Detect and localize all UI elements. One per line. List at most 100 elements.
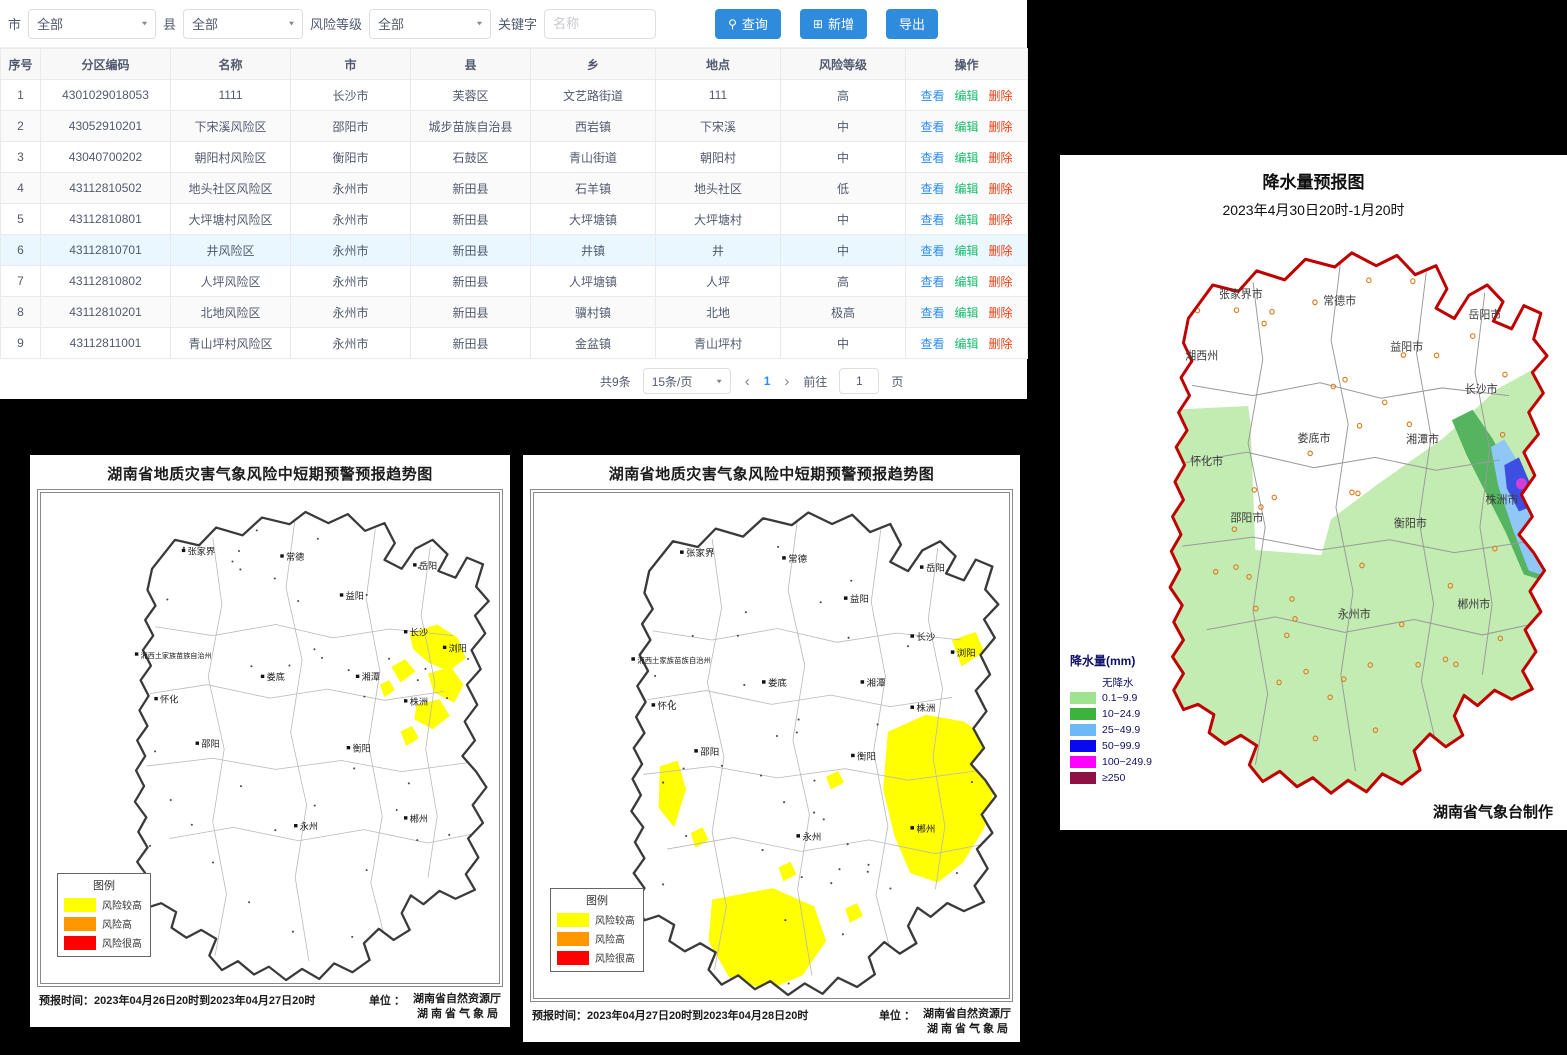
edit-link[interactable]: 编辑 — [954, 275, 978, 289]
legend-label: 风险很高 — [595, 950, 635, 965]
city-marker-dot — [951, 650, 955, 653]
map-city-label: 湘潭市 — [1406, 432, 1439, 446]
edit-link[interactable]: 编辑 — [954, 337, 978, 351]
delete-link[interactable]: 删除 — [989, 120, 1013, 134]
town-marker — [408, 782, 410, 784]
edit-link[interactable]: 编辑 — [954, 182, 978, 196]
edit-link[interactable]: 编辑 — [954, 89, 978, 103]
delete-link[interactable]: 删除 — [989, 275, 1013, 289]
map-city-label: 永州 — [300, 821, 318, 832]
search-button[interactable]: ⚲ 查询 — [715, 9, 781, 39]
view-link[interactable]: 查看 — [920, 213, 944, 227]
station-marker — [1503, 729, 1507, 734]
map-credit: 湖南省气象台制作 — [1433, 801, 1553, 822]
delete-link[interactable]: 删除 — [989, 244, 1013, 258]
legend-swatch — [1070, 708, 1096, 720]
delete-link[interactable]: 删除 — [989, 151, 1013, 165]
unit-label: 单位 ： — [369, 992, 405, 1021]
filter-bar: 市 全部 ▾ 县 全部 ▾ 风险等级 全部 ▾ 关键字 ⚲ 查询 ⊞ — [0, 0, 1027, 48]
add-button[interactable]: ⊞ 新增 — [800, 9, 867, 39]
edit-link[interactable]: 编辑 — [954, 306, 978, 320]
city-marker-dot — [294, 824, 297, 827]
cell-seq: 5 — [1, 204, 41, 235]
export-button[interactable]: 导出 — [886, 9, 938, 39]
cell-actions: 查看编辑删除 — [906, 80, 1028, 111]
view-link[interactable]: 查看 — [920, 151, 944, 165]
column-header: 县 — [411, 49, 531, 80]
view-link[interactable]: 查看 — [920, 244, 944, 258]
precip-forecast-panel: 降水量预报图 2023年4月30日20时-1月20时 湘西州张家界市常德市益阳市… — [1060, 155, 1567, 830]
map-city-label: 浏阳 — [449, 642, 467, 653]
risk-level-select[interactable]: 全部 ▾ — [369, 9, 491, 39]
trend-map-footer: 预报时间：2023年04月26日20时到2023年04月27日20时 单位 ： … — [37, 987, 503, 1021]
column-header: 操作 — [906, 49, 1028, 80]
city-marker-dot — [404, 816, 407, 819]
cell-risk: 中 — [781, 235, 906, 266]
town-marker — [648, 563, 650, 565]
cell-place: 人坪 — [656, 266, 781, 297]
view-link[interactable]: 查看 — [920, 275, 944, 289]
delete-link[interactable]: 删除 — [989, 337, 1013, 351]
legend-label: 风险高 — [595, 931, 625, 946]
county-filter-label: 县 — [163, 14, 176, 33]
town-marker — [838, 868, 840, 870]
edit-link[interactable]: 编辑 — [954, 151, 978, 165]
risk-table: 序号分区编码名称市县乡地点风险等级操作 143010290180531111长沙… — [0, 48, 1028, 359]
prev-page-button[interactable]: ‹ — [743, 373, 752, 390]
cell-seq: 9 — [1, 328, 41, 359]
town-marker — [777, 546, 779, 548]
city-marker-dot — [443, 646, 446, 649]
legend-label: 50~99.9 — [1102, 740, 1140, 752]
map-city-label: 娄底市 — [1298, 431, 1331, 445]
cell-county: 新田县 — [411, 297, 531, 328]
city-marker-dot — [182, 549, 185, 552]
cell-risk: 中 — [781, 142, 906, 173]
page-size-select[interactable]: 15条/页 ▾ — [643, 368, 731, 394]
goto-page-input[interactable] — [839, 368, 879, 394]
cell-risk: 低 — [781, 173, 906, 204]
next-page-button[interactable]: › — [782, 373, 791, 390]
cell-code: 43112810701 — [41, 235, 171, 266]
legend-label: 无降水 — [1102, 675, 1134, 690]
cell-city: 永州市 — [291, 173, 411, 204]
column-header: 名称 — [171, 49, 291, 80]
cell-code: 4301029018053 — [41, 80, 171, 111]
edit-link[interactable]: 编辑 — [954, 213, 978, 227]
town-marker — [149, 845, 151, 847]
view-link[interactable]: 查看 — [920, 182, 944, 196]
view-link[interactable]: 查看 — [920, 337, 944, 351]
edit-link[interactable]: 编辑 — [954, 244, 978, 258]
map-city-label: 长沙市 — [1465, 382, 1498, 396]
city-marker-dot — [404, 699, 407, 702]
cell-place: 朝阳村 — [656, 142, 781, 173]
view-link[interactable]: 查看 — [920, 306, 944, 320]
delete-link[interactable]: 删除 — [989, 89, 1013, 103]
current-page[interactable]: 1 — [764, 374, 771, 388]
edit-link[interactable]: 编辑 — [954, 120, 978, 134]
city-select[interactable]: 全部 ▾ — [28, 9, 156, 39]
map-city-label: 长沙 — [916, 631, 935, 642]
map-city-label: 湘西州 — [1185, 348, 1218, 362]
map-city-label: 湘西土家族苗族自治州 — [141, 651, 212, 660]
delete-link[interactable]: 删除 — [989, 182, 1013, 196]
view-link[interactable]: 查看 — [920, 120, 944, 134]
city-filter-label: 市 — [8, 14, 21, 33]
city-marker-dot — [631, 657, 635, 660]
legend-item: 风险很高 — [64, 935, 144, 950]
cell-risk: 中 — [781, 204, 906, 235]
town-marker — [348, 669, 350, 671]
town-marker — [424, 668, 426, 670]
keyword-input[interactable] — [544, 9, 656, 39]
delete-link[interactable]: 删除 — [989, 306, 1013, 320]
map-city-label: 怀化市 — [1190, 454, 1223, 468]
delete-link[interactable]: 删除 — [989, 213, 1013, 227]
cell-name: 朝阳村风险区 — [171, 142, 291, 173]
legend-swatch — [1070, 772, 1096, 784]
table-row: 643112810701井风险区永州市新田县井镇井中查看编辑删除 — [1, 235, 1028, 266]
cell-place: 大坪塘村 — [656, 204, 781, 235]
trend-map-panel-2: 湖南省地质灾害气象风险中短期预警预报趋势图 湘西土家族苗族自治州张家界常德岳阳益… — [523, 455, 1020, 1042]
county-select[interactable]: 全部 ▾ — [183, 9, 303, 39]
trend-map-title: 湖南省地质灾害气象风险中短期预警预报趋势图 — [37, 463, 503, 484]
town-marker — [743, 684, 745, 686]
view-link[interactable]: 查看 — [920, 89, 944, 103]
